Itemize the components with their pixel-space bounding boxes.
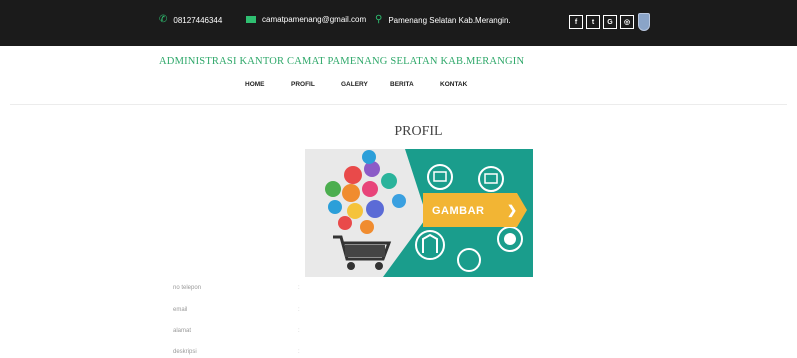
nav-berita[interactable]: BERITA — [390, 81, 414, 88]
header-divider — [10, 104, 787, 105]
social-links: f t G ◎ — [569, 15, 634, 29]
phone-icon: ✆ — [159, 14, 168, 25]
phone-text: 08127446344 — [173, 15, 223, 25]
chevron-right-icon: ❯ — [507, 203, 518, 217]
address-contact: ⚲ Pamenang Selatan Kab.Merangin. — [375, 15, 511, 25]
email-text[interactable]: camatpamenang@gmail.com — [262, 15, 366, 24]
info-colon: : — [298, 285, 300, 291]
nav-profil[interactable]: PROFIL — [291, 81, 315, 88]
regency-crest-icon — [638, 13, 650, 31]
profile-image — [305, 149, 533, 277]
mail-icon — [246, 16, 256, 23]
instagram-icon[interactable]: ◎ — [620, 15, 634, 29]
page-title: PROFIL — [394, 124, 443, 139]
nav-home[interactable]: HOME — [245, 81, 265, 88]
info-label-description: deskripsi — [173, 349, 197, 355]
address-text: Pamenang Selatan Kab.Merangin. — [388, 15, 511, 25]
twitter-icon[interactable]: t — [586, 15, 600, 29]
info-label-address: alamat — [173, 328, 192, 334]
email-contact[interactable]: camatpamenang@gmail.com — [246, 15, 366, 24]
gambar-label: GAMBAR — [432, 205, 485, 217]
site-title[interactable]: ADMINISTRASI KANTOR CAMAT PAMENANG SELAT… — [159, 56, 524, 67]
top-bar: ✆ 08127446344 camatpamenang@gmail.com ⚲ … — [0, 0, 797, 46]
info-colon: : — [298, 307, 300, 313]
info-label-email: email — [173, 307, 188, 313]
facebook-icon[interactable]: f — [569, 15, 583, 29]
nav-kontak[interactable]: KONTAK — [440, 81, 467, 88]
location-pin-icon: ⚲ — [375, 14, 383, 25]
info-label-phone: no telepon — [173, 285, 202, 291]
google-icon[interactable]: G — [603, 15, 617, 29]
nav-galery[interactable]: GALERY — [341, 81, 368, 88]
phone-contact: ✆ 08127446344 — [159, 15, 222, 25]
info-colon: : — [298, 349, 300, 355]
info-colon: : — [298, 328, 300, 334]
